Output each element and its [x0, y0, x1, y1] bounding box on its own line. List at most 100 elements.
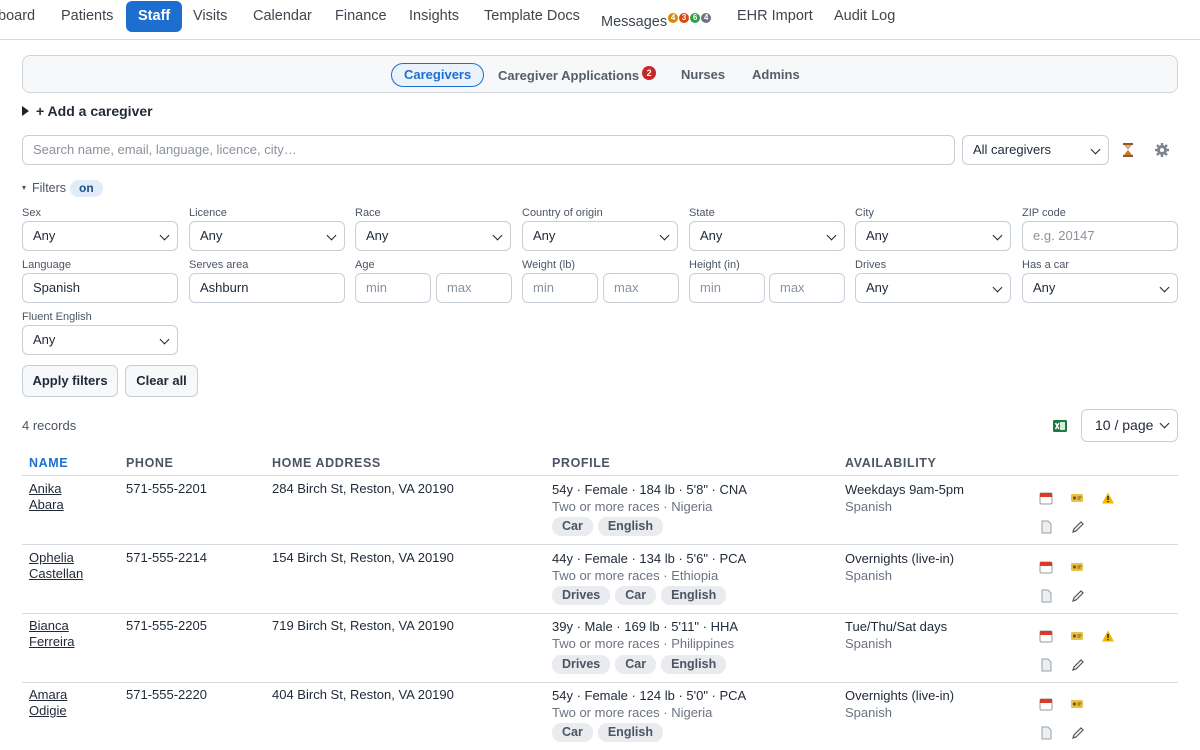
filters-toggle[interactable]: Filters on [22, 180, 103, 197]
age-max-input[interactable]: max [436, 273, 512, 303]
caregiver-last-name[interactable]: Castellan [29, 566, 83, 582]
tag: Car [615, 655, 657, 674]
profile-summary: 44y · Female · 134 lb · 5'6" · PCA [552, 551, 747, 566]
nav-insights[interactable]: Insights [409, 1, 459, 32]
badge-count: 6 [690, 13, 701, 23]
excel-export-icon[interactable] [1051, 417, 1069, 435]
language-input[interactable]: Spanish [22, 273, 178, 303]
profile-origin: Two or more races · Ethiopia [552, 568, 719, 583]
nav-audit-log[interactable]: Audit Log [834, 1, 895, 32]
hourglass-icon[interactable] [1119, 141, 1137, 159]
page-size-select[interactable]: 10 / page [1081, 409, 1178, 442]
height-min-input[interactable]: min [689, 273, 765, 303]
nav-staff[interactable]: Staff [126, 1, 183, 32]
calendar-icon[interactable] [1039, 629, 1053, 643]
age-label: Age [355, 259, 375, 271]
profile-summary: 39y · Male · 169 lb · 5'11" · HHA [552, 619, 739, 634]
tab-nurses[interactable]: Nurses [681, 63, 725, 87]
profile-tags: Drives Car English [552, 655, 731, 674]
nav-patients[interactable]: Patients [61, 1, 113, 32]
warning-icon[interactable] [1101, 629, 1115, 643]
col-header-availability[interactable]: AVAILABILITY [845, 456, 936, 470]
availability-language: Spanish [845, 636, 892, 651]
calendar-icon[interactable] [1039, 697, 1053, 711]
state-select[interactable]: Any [689, 221, 845, 251]
clear-all-button[interactable]: Clear all [125, 365, 198, 397]
city-select[interactable]: Any [855, 221, 1011, 251]
nav-template-docs[interactable]: Template Docs [484, 1, 580, 32]
nav-dashboard[interactable]: board [0, 1, 35, 32]
message-badges: 4364 [668, 1, 712, 32]
licence-select[interactable]: Any [189, 221, 345, 251]
serves-area-label: Serves area [189, 259, 249, 271]
col-header-address[interactable]: HOME ADDRESS [272, 456, 381, 470]
race-select[interactable]: Any [355, 221, 511, 251]
sex-select[interactable]: Any [22, 221, 178, 251]
phone: 571-555-2220 [126, 687, 207, 702]
phone: 571-555-2205 [126, 618, 207, 633]
apply-filters-button[interactable]: Apply filters [22, 365, 118, 397]
profile-origin: Two or more races · Nigeria [552, 499, 713, 514]
gear-icon[interactable] [1153, 141, 1171, 159]
warning-icon[interactable] [1101, 491, 1115, 505]
edit-pencil-icon[interactable] [1071, 589, 1085, 603]
tab-caregivers[interactable]: Caregivers [391, 63, 485, 87]
tag: Car [552, 517, 593, 536]
calendar-icon[interactable] [1039, 491, 1053, 505]
search-input[interactable]: Search name, email, language, licence, c… [22, 135, 955, 165]
id-card-icon[interactable] [1070, 629, 1084, 643]
tag: English [597, 517, 663, 536]
caregiver-last-name[interactable]: Abara [29, 497, 64, 513]
edit-pencil-icon[interactable] [1071, 658, 1085, 672]
nav-calendar[interactable]: Calendar [253, 1, 312, 32]
caregiver-last-name[interactable]: Ferreira [29, 634, 75, 650]
row-divider [22, 682, 1178, 683]
tag: Car [615, 586, 657, 605]
caregiver-first-name[interactable]: Ophelia [29, 550, 74, 566]
top-nav: board Patients Staff Visits Calendar Fin… [0, 0, 1200, 40]
calendar-icon[interactable] [1039, 560, 1053, 574]
profile-tags: Drives Car English [552, 586, 731, 605]
caregiver-scope-select[interactable]: All caregivers [962, 135, 1109, 165]
height-label: Height (in) [689, 259, 740, 271]
nav-finance[interactable]: Finance [335, 1, 387, 32]
age-min-input[interactable]: min [355, 273, 431, 303]
document-icon[interactable] [1039, 658, 1053, 672]
weight-max-input[interactable]: max [603, 273, 679, 303]
col-header-profile[interactable]: PROFILE [552, 456, 610, 470]
id-card-icon[interactable] [1070, 697, 1084, 711]
weight-min-input[interactable]: min [522, 273, 598, 303]
country-select[interactable]: Any [522, 221, 678, 251]
document-icon[interactable] [1039, 589, 1053, 603]
id-card-icon[interactable] [1070, 560, 1084, 574]
caregiver-first-name[interactable]: Anika [29, 481, 62, 497]
fluent-english-select[interactable]: Any [22, 325, 178, 355]
caregiver-first-name[interactable]: Bianca [29, 618, 69, 634]
document-icon[interactable] [1039, 520, 1053, 534]
id-card-icon[interactable] [1070, 491, 1084, 505]
zip-input[interactable]: e.g. 20147 [1022, 221, 1178, 251]
caregiver-last-name[interactable]: Odigie [29, 703, 67, 719]
drives-select[interactable]: Any [855, 273, 1011, 303]
has-car-select[interactable]: Any [1022, 273, 1178, 303]
tab-caregiver-applications[interactable]: Caregiver Applications 2 [498, 64, 657, 88]
add-caregiver-toggle[interactable]: + Add a caregiver [22, 103, 153, 119]
staff-subnav: Caregivers Caregiver Applications 2 Nurse… [22, 55, 1178, 93]
document-icon[interactable] [1039, 726, 1053, 740]
col-header-name[interactable]: NAME [29, 456, 68, 470]
city-label: City [855, 207, 874, 219]
race-label: Race [355, 207, 381, 219]
serves-area-input[interactable]: Ashburn [189, 273, 345, 303]
tab-admins[interactable]: Admins [752, 63, 800, 87]
weight-label: Weight (lb) [522, 259, 575, 271]
has-car-label: Has a car [1022, 259, 1070, 271]
profile-tags: Car English [552, 723, 668, 742]
nav-visits[interactable]: Visits [193, 1, 227, 32]
col-header-phone[interactable]: PHONE [126, 456, 173, 470]
nav-messages[interactable]: Messages 4 3 6 4 [601, 1, 712, 32]
edit-pencil-icon[interactable] [1071, 520, 1085, 534]
height-max-input[interactable]: max [769, 273, 845, 303]
caregiver-first-name[interactable]: Amara [29, 687, 67, 703]
edit-pencil-icon[interactable] [1071, 726, 1085, 740]
nav-ehr-import[interactable]: EHR Import [737, 1, 813, 32]
